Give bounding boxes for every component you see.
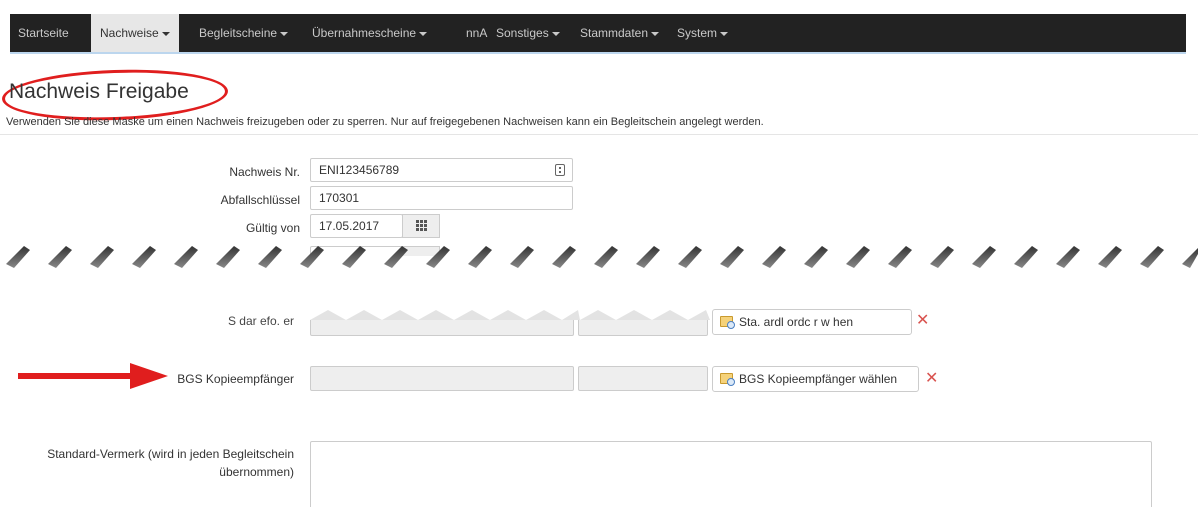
nav-label: Nachweise <box>100 26 159 40</box>
lookup-icon[interactable] <box>555 164 565 176</box>
standard-vermerk-textarea[interactable] <box>310 441 1152 507</box>
standard-vermerk-label: Standard-Vermerk (wird in jeden Begleits… <box>47 447 294 479</box>
divider <box>0 134 1198 135</box>
torn-edge-fragment <box>300 306 720 320</box>
label-line: Standard-Vermerk (wird in jeden Begleits… <box>47 447 294 461</box>
lookup-icon <box>720 373 735 386</box>
gueltig-von-label: Gültig von <box>245 221 300 235</box>
label-line: übernommen) <box>219 465 294 479</box>
remove-icon[interactable]: ✕ <box>925 371 938 387</box>
standardbefoerderer-label: S dar efo. er <box>227 314 294 328</box>
caret-down-icon <box>651 31 660 36</box>
nav-nna[interactable]: nnA <box>466 14 487 52</box>
button-label: Sta. ardl ordc r w hen <box>739 315 854 329</box>
annotation-arrow <box>18 363 168 389</box>
top-navbar: Startseite Nachweise Begleitscheine Über… <box>10 14 1186 54</box>
abfallschluessel-label: Abfallschlüssel <box>220 193 300 207</box>
caret-down-icon <box>280 31 289 36</box>
bgs-kopieempfaenger-input-2[interactable] <box>578 366 708 391</box>
nachweis-nr-input[interactable]: ENI123456789 <box>310 158 573 182</box>
calendar-icon <box>416 220 427 231</box>
caret-down-icon <box>161 31 170 36</box>
nav-uebernahmescheine[interactable]: Übernahmescheine <box>312 14 428 52</box>
nachweis-nr-value: ENI123456789 <box>319 163 400 177</box>
torn-edge <box>0 246 1198 296</box>
standardbefoerderer-waehlen-button[interactable]: Sta. ardl ordc r w hen <box>712 309 912 335</box>
nav-label: Sonstiges <box>496 26 549 40</box>
caret-down-icon <box>720 31 729 36</box>
nav-label: Startseite <box>18 26 69 40</box>
page-description: Verwenden Sie diese Maske um einen Nachw… <box>6 116 764 128</box>
nav-begleitscheine[interactable]: Begleitscheine <box>199 14 289 52</box>
nachweis-nr-label: Nachweis Nr. <box>229 165 300 179</box>
nav-sonstiges[interactable]: Sonstiges <box>496 14 560 52</box>
nav-label: Stammdaten <box>580 26 649 40</box>
page-title: Nachweis Freigabe <box>9 80 189 103</box>
lookup-icon <box>720 316 735 329</box>
abfallschluessel-value: 170301 <box>319 191 360 205</box>
gueltig-von-value: 17.05.2017 <box>319 219 380 233</box>
datepicker-button[interactable] <box>402 214 440 238</box>
bgs-kopieempfaenger-waehlen-button[interactable]: BGS Kopieempfänger wählen <box>712 366 919 392</box>
remove-icon[interactable]: ✕ <box>916 313 929 329</box>
nav-label: Begleitscheine <box>199 26 278 40</box>
nav-label: nnA <box>466 26 488 40</box>
nav-startseite[interactable]: Startseite <box>18 14 69 52</box>
nav-label: Übernahmescheine <box>312 26 417 40</box>
gueltig-von-input[interactable]: 17.05.2017 <box>310 214 403 238</box>
caret-down-icon <box>419 31 428 36</box>
bgs-kopieempfaenger-label: BGS Kopieempfänger <box>177 372 294 386</box>
button-label: BGS Kopieempfänger wählen <box>739 372 898 386</box>
nav-label: System <box>677 26 718 40</box>
nav-stammdaten[interactable]: Stammdaten <box>580 14 660 52</box>
bgs-kopieempfaenger-input[interactable] <box>310 366 574 391</box>
nav-nachweise[interactable]: Nachweise <box>91 14 179 52</box>
caret-down-icon <box>551 31 560 36</box>
abfallschluessel-input[interactable]: 170301 <box>310 186 573 210</box>
nav-system[interactable]: System <box>677 14 729 52</box>
